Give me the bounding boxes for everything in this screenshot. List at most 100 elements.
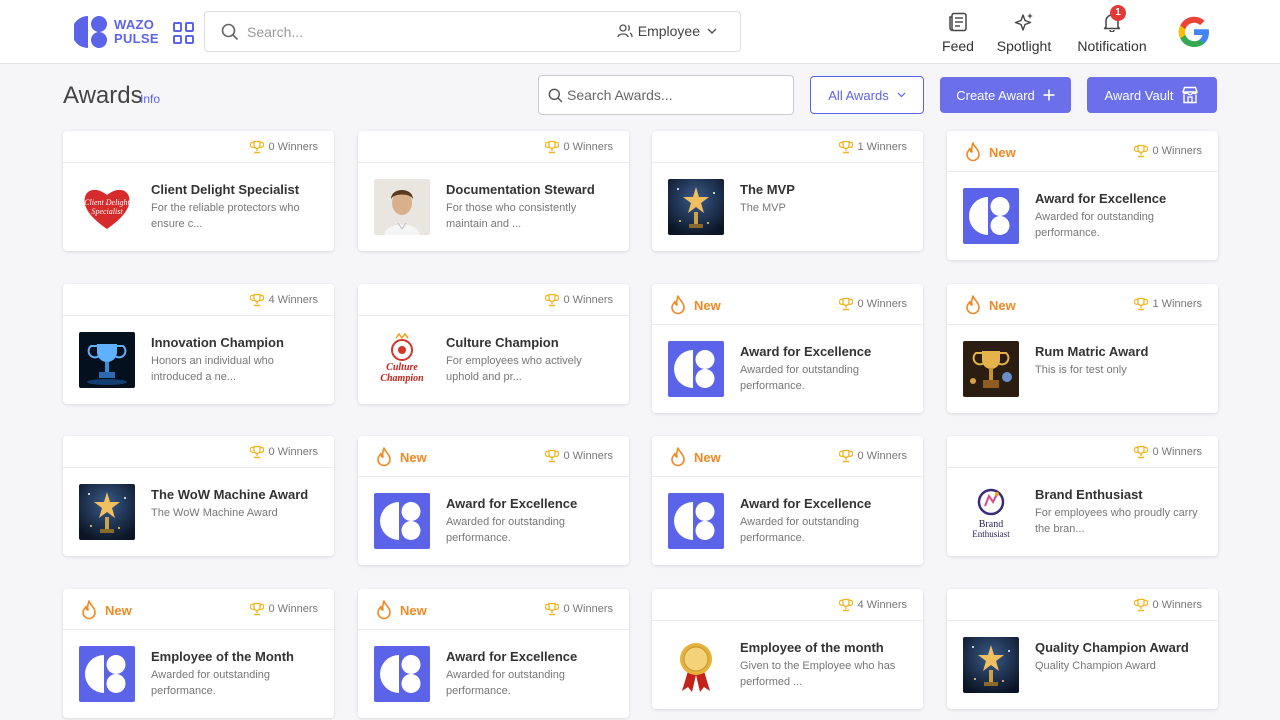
winners-label: 0 Winners xyxy=(1152,599,1202,611)
search-input[interactable] xyxy=(247,20,607,44)
award-card[interactable]: 0 Winners Documentation Steward For those … xyxy=(358,131,629,251)
winners-count: 0 Winners xyxy=(1134,445,1202,459)
winners-label: 0 Winners xyxy=(268,603,318,615)
new-badge-label: New xyxy=(989,297,1016,313)
award-card[interactable]: 4 Winners Innovation Champion Honors an in… xyxy=(63,284,334,404)
winners-count: 0 Winners xyxy=(545,449,613,463)
award-card-header: 0 Winners xyxy=(63,436,334,468)
award-card[interactable]: 0 Winners Brand Enthusiast Brand Enthusiast… xyxy=(947,436,1218,556)
trophy-icon xyxy=(250,445,265,459)
svg-text:Culture: Culture xyxy=(386,362,418,373)
award-title: Award for Excellence xyxy=(1035,191,1167,206)
flame-icon xyxy=(377,447,391,467)
award-card[interactable]: 0 Winners Quality Champion Award Quality C… xyxy=(947,589,1218,709)
award-title: The MVP xyxy=(740,182,795,197)
award-search-box xyxy=(538,75,794,115)
award-title: Award for Excellence xyxy=(446,496,578,511)
award-title: Award for Excellence xyxy=(740,344,872,359)
brand-line-1: WAZO xyxy=(114,17,155,32)
flame-icon xyxy=(671,295,685,315)
award-card[interactable]: New 1 Winners Rum Matric Award This is for … xyxy=(947,284,1218,413)
award-image-gold-trophy xyxy=(963,341,1019,397)
award-card-body: Award for Excellence Awarded for outstand… xyxy=(652,325,923,413)
award-card-header: 4 Winners xyxy=(63,284,334,316)
award-card[interactable]: New 0 Winners Award for Excellence Awarded … xyxy=(358,589,629,718)
award-title: Client Delight Specialist xyxy=(151,182,300,197)
google-account-avatar[interactable] xyxy=(1176,14,1212,50)
award-image-person-photo xyxy=(374,179,430,235)
create-award-button[interactable]: Create Award xyxy=(940,77,1071,113)
new-badge-label: New xyxy=(694,297,721,313)
store-icon xyxy=(1182,86,1199,104)
award-description: Awarded for outstanding performance. xyxy=(446,669,566,697)
trophy-icon xyxy=(839,449,854,463)
award-vault-button[interactable]: Award Vault xyxy=(1087,77,1217,113)
award-card-body: Innovation Champion Honors an individual … xyxy=(63,316,334,404)
award-card[interactable]: New 0 Winners Award for Excellence Awarded … xyxy=(652,436,923,565)
award-card-body: Employee of the Month Awarded for outstan… xyxy=(63,630,334,718)
trophy-icon xyxy=(545,602,560,616)
plus-icon xyxy=(1043,89,1055,101)
new-badge: New xyxy=(965,142,1016,162)
award-card[interactable]: 0 Winners The WoW Machine Award The WoW Ma… xyxy=(63,436,334,556)
award-description: Awarded for outstanding performance. xyxy=(446,516,566,544)
award-image-wazo-logo xyxy=(79,646,135,702)
nav-spotlight[interactable]: Spotlight xyxy=(996,10,1052,54)
svg-text:Client Delight: Client Delight xyxy=(84,198,130,207)
feed-icon xyxy=(949,12,967,32)
flame-icon xyxy=(966,142,980,162)
global-search: Employee xyxy=(204,11,741,52)
winners-label: 0 Winners xyxy=(268,446,318,458)
award-description: Awarded for outstanding performance. xyxy=(151,669,271,697)
award-card-header: 0 Winners xyxy=(358,131,629,163)
winners-count: 1 Winners xyxy=(1134,297,1202,311)
award-description: This is for test only xyxy=(1035,364,1127,376)
info-link[interactable]: Info xyxy=(140,92,160,106)
award-card[interactable]: New 0 Winners Award for Excellence Awarded … xyxy=(652,284,923,413)
google-icon xyxy=(1178,16,1209,47)
chevron-down-icon xyxy=(707,28,717,34)
employee-filter-dropdown[interactable]: Employee xyxy=(617,23,722,39)
winners-count: 0 Winners xyxy=(545,293,613,307)
award-card-header: New 0 Winners xyxy=(63,589,334,630)
award-card-body: The MVP The MVP xyxy=(652,163,923,251)
winners-label: 0 Winners xyxy=(857,450,907,462)
flame-icon xyxy=(966,295,980,315)
award-card[interactable]: 0 Winners Client Delight Specialist Client … xyxy=(63,131,334,251)
award-card[interactable]: New 0 Winners Employee of the Month Awarded… xyxy=(63,589,334,718)
award-search-input[interactable] xyxy=(567,84,787,106)
award-title: Documentation Steward xyxy=(446,182,595,197)
apps-grid-icon[interactable] xyxy=(173,22,195,44)
award-image-gold-medal xyxy=(668,637,724,693)
nav-feed[interactable]: Feed xyxy=(940,10,976,54)
award-image-star-trophy xyxy=(668,179,724,235)
award-card-header: New 0 Winners xyxy=(652,436,923,477)
award-title: Quality Champion Award xyxy=(1035,640,1189,655)
new-badge-label: New xyxy=(989,144,1016,160)
award-card[interactable]: 1 Winners The MVP The MVP xyxy=(652,131,923,251)
award-title: Employee of the Month xyxy=(151,649,294,664)
award-card-header: 0 Winners xyxy=(358,284,629,316)
award-title: Innovation Champion xyxy=(151,335,284,350)
award-card[interactable]: New 0 Winners Award for Excellence Awarded … xyxy=(358,436,629,565)
award-card[interactable]: 0 Winners Culture Champion Culture Champion… xyxy=(358,284,629,404)
nav-notification[interactable]: Notification 1 xyxy=(1076,5,1148,54)
award-title: The WoW Machine Award xyxy=(151,487,309,502)
flame-icon xyxy=(671,447,685,467)
trophy-icon xyxy=(545,140,560,154)
winners-label: 4 Winners xyxy=(268,294,318,306)
nav-feed-label: Feed xyxy=(942,38,974,54)
trophy-icon xyxy=(250,140,265,154)
new-badge: New xyxy=(670,295,721,315)
trophy-icon xyxy=(839,297,854,311)
award-card[interactable]: New 0 Winners Award for Excellence Awarded … xyxy=(947,131,1218,260)
wazo-pulse-logo[interactable]: WAZO PULSE xyxy=(72,15,164,49)
winners-label: 0 Winners xyxy=(563,450,613,462)
winners-count: 4 Winners xyxy=(250,293,318,307)
trophy-icon xyxy=(250,602,265,616)
award-card[interactable]: 4 Winners Employee of the month Given to t… xyxy=(652,589,923,709)
svg-text:Specialist: Specialist xyxy=(91,207,123,216)
all-awards-dropdown[interactable]: All Awards xyxy=(810,76,924,114)
winners-label: 0 Winners xyxy=(1152,446,1202,458)
award-title: Culture Champion xyxy=(446,335,559,350)
